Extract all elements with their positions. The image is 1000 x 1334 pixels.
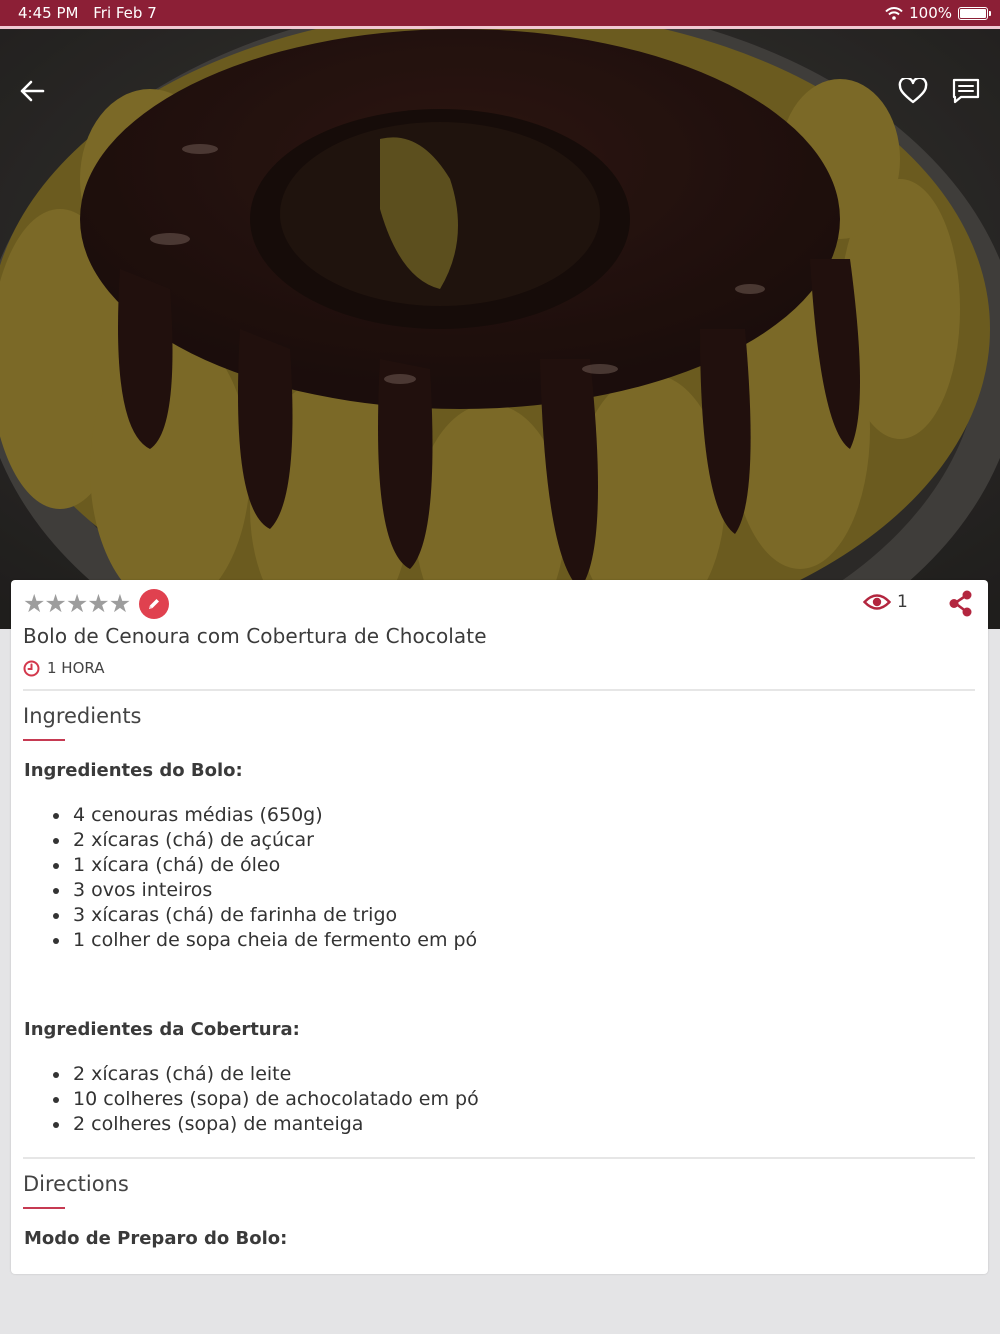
status-time: 4:45 PM xyxy=(18,4,79,22)
wifi-icon xyxy=(885,6,903,20)
views-counter: 1 xyxy=(863,592,908,612)
edit-rating-button[interactable] xyxy=(139,589,170,619)
chat-icon xyxy=(952,78,980,104)
rating-row: ★ ★ ★ ★ ★ xyxy=(23,589,170,619)
rating-star-1[interactable]: ★ xyxy=(23,590,45,618)
battery-percent: 100% xyxy=(909,4,952,22)
ingredients-heading: Ingredients xyxy=(23,704,142,728)
list-item: 1 colher de sopa cheia de fermento em pó xyxy=(71,928,477,953)
back-button[interactable] xyxy=(10,69,54,113)
ingredients-list-cake: 4 cenouras médias (650g) 2 xícaras (chá)… xyxy=(24,803,477,953)
recipe-time: 1 HORA xyxy=(23,659,104,677)
directions-heading: Directions xyxy=(23,1172,129,1196)
status-right: 100% xyxy=(885,4,991,22)
directions-heading-underline xyxy=(23,1207,65,1209)
divider xyxy=(23,689,975,691)
rating-star-2[interactable]: ★ xyxy=(44,590,66,618)
list-item: 1 xícara (chá) de óleo xyxy=(71,853,477,878)
status-left: 4:45 PM Fri Feb 7 xyxy=(18,4,167,22)
rating-star-5[interactable]: ★ xyxy=(109,590,131,618)
rating-star-4[interactable]: ★ xyxy=(87,590,109,618)
list-item: 2 xícaras (chá) de leite xyxy=(71,1062,479,1087)
battery-icon xyxy=(958,6,991,20)
comments-button[interactable] xyxy=(944,69,988,113)
ingredients-group-title: Ingredientes da Cobertura: xyxy=(24,1019,300,1040)
status-date: Fri Feb 7 xyxy=(93,4,157,22)
views-count: 1 xyxy=(897,592,908,612)
share-button[interactable] xyxy=(948,590,974,618)
divider xyxy=(23,1157,975,1159)
list-item: 2 colheres (sopa) de manteiga xyxy=(71,1112,479,1137)
list-item: 2 xícaras (chá) de açúcar xyxy=(71,828,477,853)
ingredients-heading-underline xyxy=(23,739,65,741)
ingredients-group-title: Ingredientes do Bolo: xyxy=(24,760,243,781)
list-item: 10 colheres (sopa) de achocolatado em pó xyxy=(71,1087,479,1112)
rating-star-3[interactable]: ★ xyxy=(66,590,88,618)
recipe-hero-image xyxy=(0,29,1000,629)
favorite-button[interactable] xyxy=(891,69,935,113)
ingredients-list-topping: 2 xícaras (chá) de leite 10 colheres (so… xyxy=(24,1062,479,1137)
heart-icon xyxy=(898,78,928,104)
recipe-time-label: 1 HORA xyxy=(47,659,105,677)
arrow-left-icon xyxy=(20,80,45,102)
recipe-title: Bolo de Cenoura com Cobertura de Chocola… xyxy=(23,624,487,648)
eye-icon xyxy=(863,594,891,610)
share-icon xyxy=(949,590,972,617)
list-item: 3 ovos inteiros xyxy=(71,878,477,903)
list-item: 3 xícaras (chá) de farinha de trigo xyxy=(71,903,477,928)
cake-photo xyxy=(0,29,1000,629)
status-bar: 4:45 PM Fri Feb 7 100% xyxy=(0,0,1000,26)
clock-icon xyxy=(23,660,40,676)
recipe-card: ★ ★ ★ ★ ★ 1 Bolo de Cenoura com Cobertur… xyxy=(11,580,988,1274)
directions-subheading: Modo de Preparo do Bolo: xyxy=(24,1228,288,1249)
list-item: 4 cenouras médias (650g) xyxy=(71,803,477,828)
pencil-icon xyxy=(149,599,160,609)
